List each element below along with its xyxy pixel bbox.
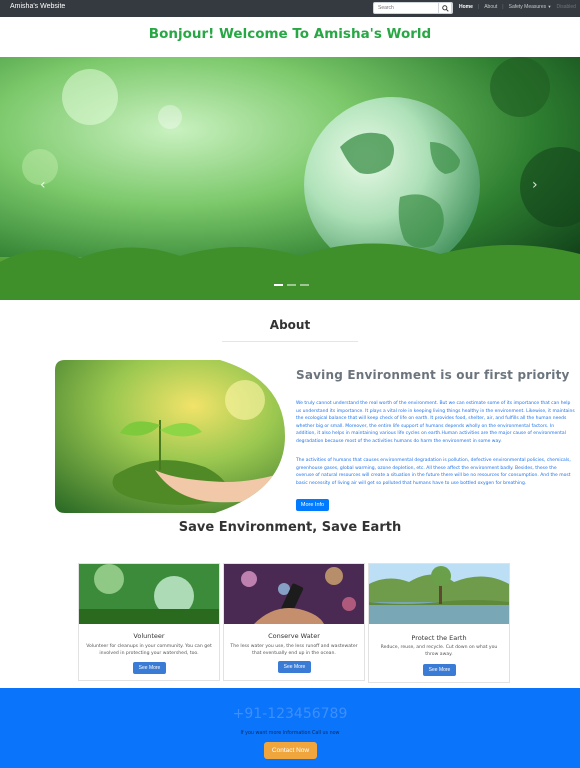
about-image	[55, 360, 285, 513]
card-image	[224, 564, 364, 624]
search-form	[373, 2, 453, 14]
card-volunteer: Volunteer Volunteer for cleanups in your…	[78, 563, 220, 681]
section-heading: Save Environment, Save Earth	[178, 520, 402, 535]
search-input[interactable]	[374, 3, 438, 13]
carousel-indicator[interactable]	[300, 284, 309, 286]
card-image	[79, 564, 219, 624]
about-paragraph: The activities of humans that causes env…	[296, 458, 571, 486]
carousel-indicator[interactable]	[274, 284, 283, 286]
see-more-button[interactable]: See More	[423, 664, 456, 676]
nav-home[interactable]: Home	[459, 4, 473, 10]
nav-safety-label: Safety Measures	[508, 4, 547, 10]
nav-links: Home | About | Safety Measures ▼ Disable…	[459, 4, 576, 10]
nav-about[interactable]: About	[484, 4, 497, 10]
see-more-button[interactable]: See More	[278, 661, 311, 673]
more-info-button[interactable]: More Info	[296, 499, 329, 511]
navbar-brand[interactable]: Amisha's Website	[10, 3, 65, 10]
contact-now-button[interactable]: Contact Now	[264, 742, 317, 759]
chevron-down-icon: ▼	[547, 4, 552, 9]
nav-safety-measures[interactable]: Safety Measures ▼	[509, 4, 552, 10]
footer-text: If you want more Information Call us now	[240, 731, 340, 736]
search-icon	[441, 4, 449, 12]
about-subheading: Saving Environment is our first priority	[296, 368, 570, 382]
card-image	[369, 564, 509, 624]
card-protect-earth: Protect the Earth Reduce, reuse, and rec…	[368, 563, 510, 683]
carousel-indicators	[274, 284, 309, 286]
page-title: Bonjour! Welcome To Amisha's World	[148, 26, 432, 42]
about-heading: About	[269, 318, 311, 332]
search-button[interactable]	[438, 2, 452, 14]
navbar: Amisha's Website Home | About | Safety M…	[0, 0, 580, 17]
card-title: Volunteer	[133, 632, 165, 640]
nav-divider: |	[477, 4, 480, 10]
hero-carousel: ‹ ›	[0, 57, 580, 300]
nav-disabled: Disabled	[556, 4, 576, 10]
nav-divider: |	[502, 4, 504, 10]
about-paragraph: We truly cannot understand the real wort…	[296, 401, 575, 444]
card-title: Conserve Water	[268, 632, 320, 640]
card-conserve-water: Conserve Water The less water you use, t…	[223, 563, 365, 681]
carousel-indicator[interactable]	[287, 284, 296, 286]
carousel-next-icon[interactable]: ›	[532, 177, 538, 193]
see-more-button[interactable]: See More	[133, 662, 166, 674]
phone-number: +91-123456789	[232, 706, 348, 722]
card-text: Reduce, reuse, and recycle. Cut down on …	[380, 645, 498, 658]
about-divider	[222, 341, 358, 342]
carousel-prev-icon[interactable]: ‹	[40, 177, 46, 193]
card-text: Volunteer for cleanups in your community…	[86, 644, 212, 657]
hero-image	[0, 57, 580, 300]
card-text: The less water you use, the less runoff …	[230, 644, 358, 657]
card-title: Protect the Earth	[411, 634, 467, 642]
